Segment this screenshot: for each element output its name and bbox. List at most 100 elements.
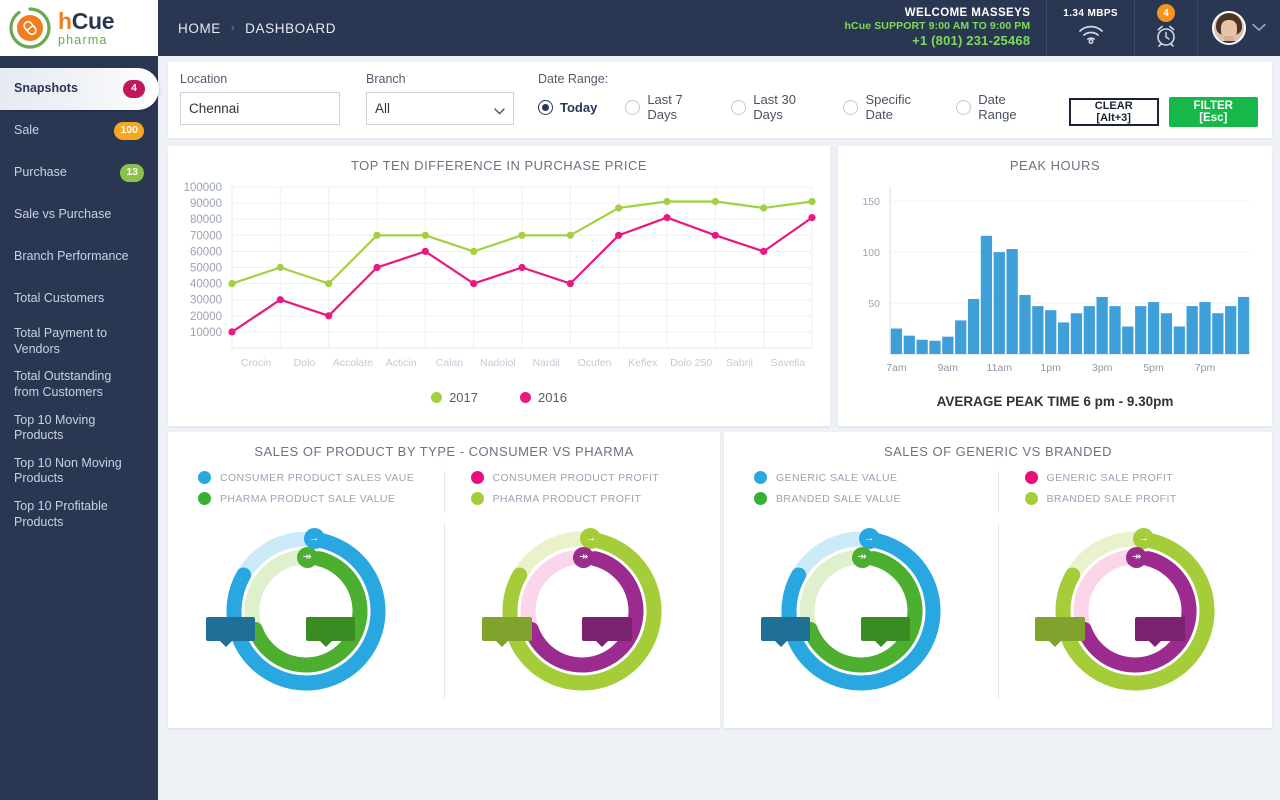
sidebar-item-label: Total Customers [14, 291, 144, 307]
legend-color-dot [520, 392, 531, 403]
svg-text:80000: 80000 [190, 214, 222, 226]
sidebar-item-sale-vs-purchase[interactable]: Sale vs Purchase [0, 194, 158, 236]
radio-icon[interactable] [731, 100, 746, 115]
line-chart: 1000009000080000700006000050000400003000… [168, 173, 830, 388]
alarm-clock-icon[interactable] [1153, 23, 1179, 50]
sidebar-item-branch-performance[interactable]: Branch Performance [0, 236, 158, 278]
donut-cell: →↠30141024 [724, 523, 998, 699]
legend-color-dot [471, 492, 484, 505]
breadcrumb-current: DASHBOARD [245, 21, 336, 36]
legend-color-dot [431, 392, 442, 403]
legend-item[interactable]: 2016 [520, 390, 567, 405]
legend-label: CONSUMER PRODUCT SALES VAUE [220, 472, 414, 484]
legend-item[interactable]: BRANDED SALE VALUE [754, 492, 998, 505]
user-menu[interactable] [1198, 0, 1280, 56]
sidebar-item-purchase[interactable]: Purchase13 [0, 152, 158, 194]
wifi-icon [1077, 24, 1105, 47]
donut-chart-consumer-vs-pharma-profit[interactable]: →↠30141024 [494, 523, 670, 699]
legend-item[interactable]: PHARMA PRODUCT PROFIT [471, 492, 717, 505]
donut-inner-value-tooltip: 1024 [1135, 617, 1184, 641]
sidebar-item-badge: 13 [120, 164, 144, 182]
sidebar-item-total-payment-to-vendors[interactable]: Total Payment to Vendors [0, 320, 158, 363]
logo-h: h [58, 8, 72, 34]
clear-button[interactable]: CLEAR [Alt+3] [1069, 98, 1159, 126]
date-range-option-specific-date[interactable]: Specific Date [843, 92, 928, 122]
legend-color-dot [471, 471, 484, 484]
legend-item[interactable]: BRANDED SALE PROFIT [1025, 492, 1269, 505]
sidebar-item-total-outstanding-from-customers[interactable]: Total Outstanding from Customers [0, 363, 158, 406]
legend-color-dot [198, 471, 211, 484]
card-top-ten-difference: TOP TEN DIFFERENCE IN PURCHASE PRICE 100… [168, 146, 830, 426]
radio-icon[interactable] [843, 100, 858, 115]
donut-outer-value-tooltip: 3014 [206, 617, 255, 641]
sidebar-item-top-10-profitable-products[interactable]: Top 10 Profitable Products [0, 493, 158, 536]
legend-item[interactable]: 2017 [431, 390, 478, 405]
peak-hours-caption: AVERAGE PEAK TIME 6 pm - 9.30pm [838, 394, 1272, 409]
legend-color-dot [1025, 471, 1038, 484]
legend-item[interactable]: GENERIC SALE VALUE [754, 471, 998, 484]
date-range-option-label: Last 7 Days [647, 92, 703, 122]
svg-text:100: 100 [862, 247, 880, 259]
sidebar-item-label: Total Outstanding from Customers [14, 369, 144, 400]
date-range-option-today[interactable]: Today [538, 100, 597, 115]
donut-legend: GENERIC SALE VALUE BRANDED SALE VALUE GENE… [724, 471, 1272, 513]
svg-text:50000: 50000 [190, 263, 222, 275]
legend-label: BRANDED SALE VALUE [776, 493, 901, 505]
arrow-double-right-icon: ↠ [852, 547, 873, 568]
sidebar-item-snapshots[interactable]: Snapshots4 [0, 68, 159, 110]
legend-item[interactable]: PHARMA PRODUCT SALE VALUE [198, 492, 444, 505]
support-phone: +1 (801) 231-25468 [845, 33, 1031, 49]
date-range-option-date-range[interactable]: Date Range [956, 92, 1035, 122]
location-input[interactable] [180, 92, 340, 125]
radio-icon[interactable] [625, 100, 640, 115]
date-range-option-last-30-days[interactable]: Last 30 Days [731, 92, 815, 122]
top-bar: HOME › DASHBOARD WELCOME MASSEYS hCue SU… [158, 0, 1280, 56]
svg-text:150: 150 [862, 196, 880, 208]
sidebar-item-top-10-non-moving-products[interactable]: Top 10 Non Moving Products [0, 450, 158, 493]
radio-icon[interactable] [538, 100, 553, 115]
card-title: SALES OF GENERIC VS BRANDED [724, 432, 1272, 459]
donut-chart-generic-vs-branded-sales[interactable]: →↠30141024 [773, 523, 949, 699]
avatar[interactable] [1212, 11, 1246, 45]
sidebar-item-sale[interactable]: Sale100 [0, 110, 158, 152]
breadcrumb-separator-icon: › [231, 22, 235, 34]
branch-select[interactable] [366, 92, 514, 125]
svg-text:20000: 20000 [190, 311, 222, 323]
date-range-option-last-7-days[interactable]: Last 7 Days [625, 92, 703, 122]
legend-label: CONSUMER PRODUCT PROFIT [493, 472, 660, 484]
logo-wordmark: hCue pharma [58, 10, 114, 47]
svg-text:Accolate: Accolate [333, 357, 373, 369]
legend-color-dot [1025, 492, 1038, 505]
sidebar-item-label: Total Payment to Vendors [14, 326, 144, 357]
date-range-field: Date Range: Today Last 7 Days Last 30 Days… [538, 72, 1063, 122]
radio-icon[interactable] [956, 100, 971, 115]
date-range-label: Date Range: [538, 72, 1063, 86]
svg-text:Dolo 250: Dolo 250 [670, 357, 712, 369]
card-title: SALES OF PRODUCT BY TYPE - CONSUMER VS P… [168, 432, 720, 459]
date-range-option-label: Date Range [978, 92, 1035, 122]
legend-item[interactable]: CONSUMER PRODUCT SALES VAUE [198, 471, 444, 484]
sidebar-item-top-10-moving-products[interactable]: Top 10 Moving Products [0, 407, 158, 450]
date-range-option-label: Last 30 Days [753, 92, 815, 122]
svg-text:60000: 60000 [190, 246, 222, 258]
branch-label: Branch [366, 72, 514, 86]
sidebar: hCue pharma Snapshots4Sale100Purchase13S… [0, 0, 158, 800]
sidebar-item-total-customers[interactable]: Total Customers [0, 278, 158, 320]
app-logo[interactable]: hCue pharma [0, 0, 158, 56]
donut-chart-generic-vs-branded-profit[interactable]: →↠30141024 [1047, 523, 1223, 699]
filter-button[interactable]: FILTER [Esc] [1169, 97, 1258, 127]
svg-text:Calan: Calan [436, 357, 464, 369]
line-chart-legend: 2017 2016 [168, 390, 830, 405]
sidebar-nav: Snapshots4Sale100Purchase13Sale vs Purch… [0, 56, 158, 536]
svg-text:40000: 40000 [190, 279, 222, 291]
donut-chart-consumer-vs-pharma-sales[interactable]: →↠30141024 [218, 523, 394, 699]
notifications-block[interactable]: 4 [1135, 0, 1198, 56]
svg-text:7am: 7am [886, 362, 907, 374]
breadcrumb-home[interactable]: HOME [178, 21, 221, 36]
legend-item[interactable]: CONSUMER PRODUCT PROFIT [471, 471, 717, 484]
svg-text:30000: 30000 [190, 295, 222, 307]
donut-legend-column: CONSUMER PRODUCT SALES VAUE PHARMA PRODUC… [172, 471, 444, 513]
legend-item[interactable]: GENERIC SALE PROFIT [1025, 471, 1269, 484]
sidebar-item-label: Top 10 Moving Products [14, 413, 144, 444]
chevron-down-icon[interactable] [1252, 21, 1266, 35]
